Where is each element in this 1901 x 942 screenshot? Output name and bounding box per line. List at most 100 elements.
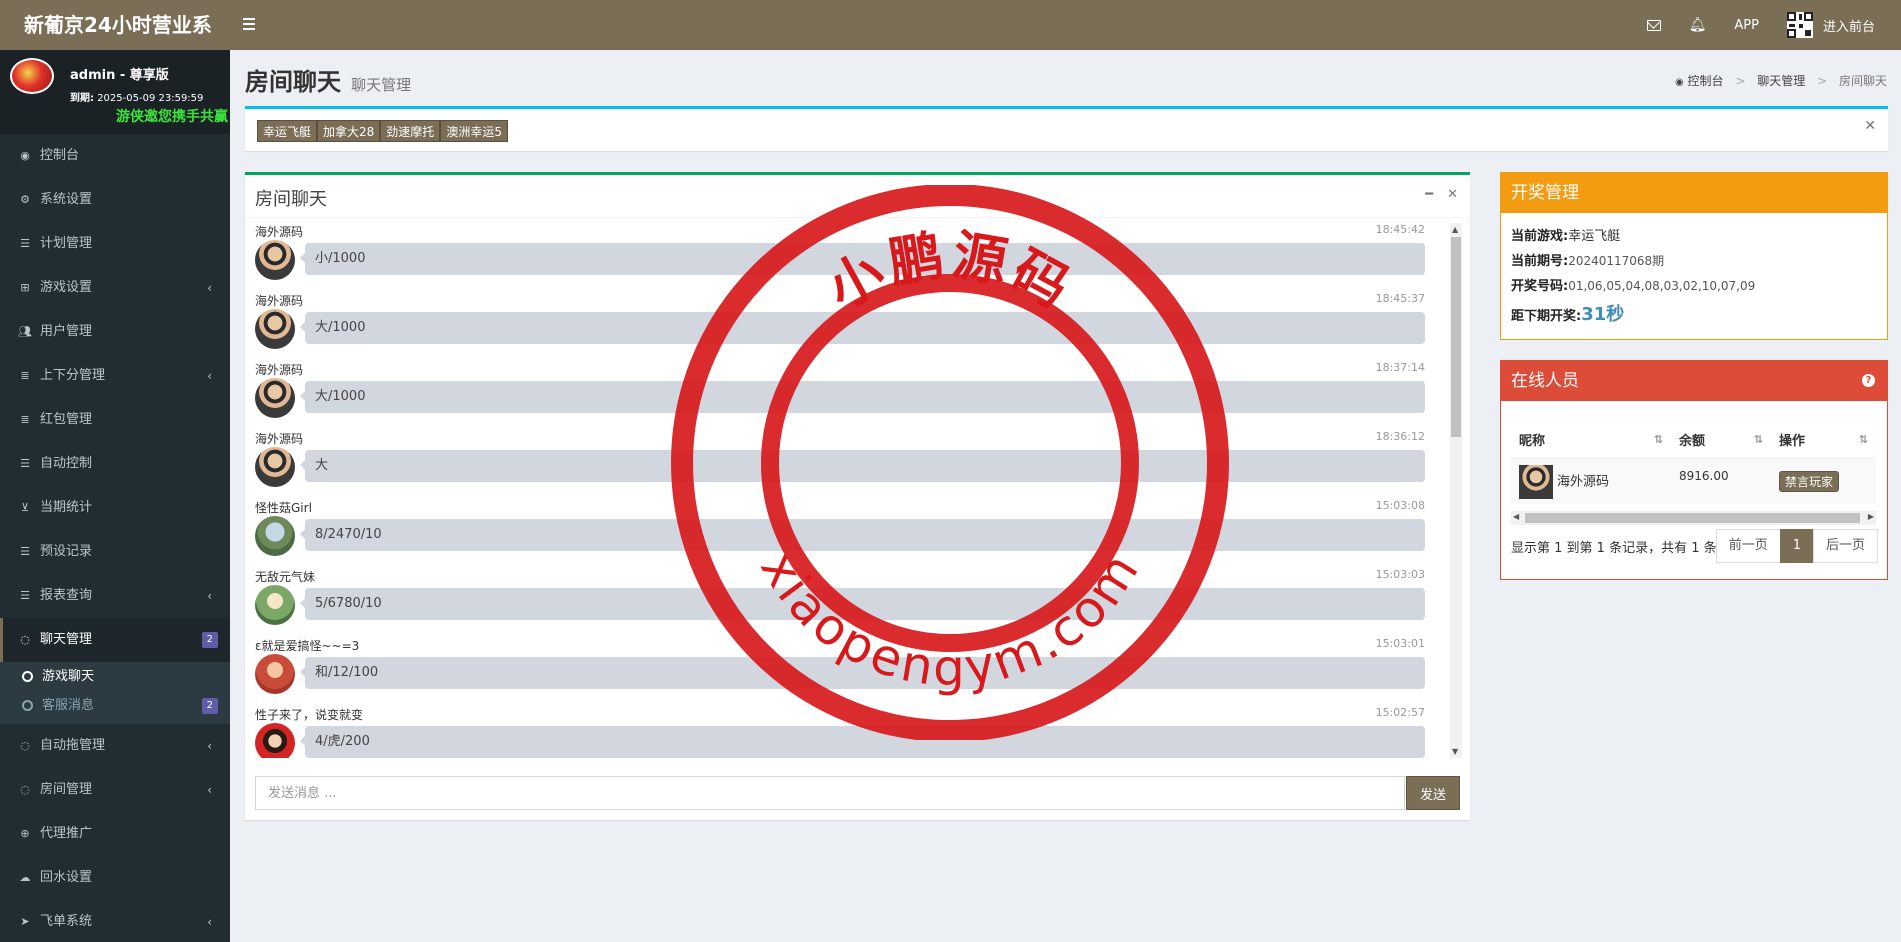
next-page-button[interactable]: 后一页 — [1812, 529, 1878, 563]
avatar[interactable] — [255, 516, 295, 556]
sidebar-item-8[interactable]: ⊻ 当期统计 — [0, 486, 230, 530]
sidebar-item-label: 自动拖管理 — [40, 738, 106, 753]
game-tab-2[interactable]: 劲速摩托 — [380, 120, 441, 142]
sidebar-item-label: 游戏设置 — [40, 280, 93, 295]
sidebar-item-label: 代理推广 — [40, 826, 93, 841]
message-author: 无敌元气妹 — [255, 570, 316, 584]
message-text: 大/1000 — [300, 312, 1425, 344]
message-text: 5/6780/10 — [300, 588, 1425, 620]
scroll-right-icon[interactable]: ▶ — [1868, 512, 1874, 521]
avatar[interactable] — [255, 654, 295, 694]
table-hscrollbar[interactable]: ◀ ▶ — [1511, 511, 1876, 525]
submenu-chat: 游戏聊天 客服消息 2 — [0, 662, 230, 724]
sidebar-item-4[interactable]: 👥︎ 用户管理 — [0, 310, 230, 354]
collapse-icon[interactable]: ━ — [1425, 187, 1433, 202]
sidebar-item-0[interactable]: ◉ 控制台 — [0, 134, 230, 178]
sidebar-item-7[interactable]: ☰ 自动控制 — [0, 442, 230, 486]
unread-badge: 2 — [201, 632, 218, 648]
sidebar-item-14[interactable]: ⊕ 代理推广 — [0, 812, 230, 856]
sidebar-item-label: 预设记录 — [40, 544, 93, 559]
notifications-button[interactable]: 🔔︎ — [1675, 0, 1721, 50]
sidebar-item-12[interactable]: ◌ 自动拖管理 ‹ — [0, 724, 230, 768]
scroll-down-icon[interactable]: ▼ — [1452, 747, 1458, 756]
list-icon: ☰ — [20, 545, 30, 558]
avatar[interactable] — [255, 585, 295, 625]
sidebar: admin - 尊享版 到期: 2025-05-09 23:59:59 游侠邀您… — [0, 50, 230, 942]
submenu-item-1[interactable]: 客服消息 2 — [0, 691, 230, 720]
avatar[interactable] — [255, 723, 295, 758]
chat-message: ε就是爱搞怪~~=3 15:03:01 和/12/100 — [255, 637, 1445, 706]
sidebar-item-label: 报表查询 — [40, 588, 93, 603]
envelope-icon — [1646, 19, 1661, 31]
balance-cell: 8916.00 — [1671, 457, 1771, 504]
sidebar-item-11[interactable]: ◌ 聊天管理 2 — [0, 618, 230, 662]
page-subtitle: 聊天管理 — [351, 76, 412, 94]
sidebar-item-9[interactable]: ☰ 预设记录 — [0, 530, 230, 574]
ban-player-button[interactable]: 禁言玩家 — [1779, 471, 1840, 492]
close-icon[interactable]: ✕ — [1864, 118, 1876, 134]
game-tab-0[interactable]: 幸运飞艇 — [257, 120, 318, 142]
sidebar-item-3[interactable]: ⊞ 游戏设置 ‹ — [0, 266, 230, 310]
game-tab-3[interactable]: 澳洲幸运5 — [440, 120, 508, 142]
submenu-item-0[interactable]: 游戏聊天 — [0, 662, 230, 691]
game-tabs: 幸运飞艇 加拿大28 劲速摩托 澳洲幸运5 — [257, 120, 508, 142]
user-name: admin - 尊享版 — [70, 68, 169, 83]
sidebar-menu: ◉ 控制台 ⚙ 系统设置 ☰ 计划管理 ⊞ 游戏设置 ‹ 👥︎ 用户管理 ≣ 上下分管理 ‹ ≣ 红包管理 ☰ 自… — [0, 134, 230, 942]
scrollbar-thumb[interactable] — [1451, 237, 1461, 437]
avatar[interactable] — [255, 378, 295, 418]
chevron-left-icon: ‹ — [207, 589, 212, 603]
sidebar-item-10[interactable]: ☰ 报表查询 ‹ — [0, 574, 230, 618]
chevron-left-icon: ‹ — [207, 369, 212, 383]
close-icon[interactable]: ✕ — [1447, 187, 1458, 202]
column-balance[interactable]: 余额 ⇅ — [1671, 421, 1771, 459]
column-nickname[interactable]: 昵称 ⇅ — [1511, 421, 1671, 459]
sidebar-item-15[interactable]: ☁ 回水设置 — [0, 856, 230, 900]
front-desk-button[interactable]: 进入前台 — [1773, 0, 1889, 50]
help-icon[interactable]: ? — [1862, 374, 1875, 387]
game-tab-1[interactable]: 加拿大28 — [317, 120, 381, 142]
circle-icon — [22, 671, 33, 682]
sidebar-item-5[interactable]: ≣ 上下分管理 ‹ — [0, 354, 230, 398]
column-action[interactable]: 操作 ⇅ — [1771, 421, 1876, 459]
message-text: 大 — [300, 450, 1425, 482]
sidebar-item-16[interactable]: ➤ 飞单系统 ‹ — [0, 900, 230, 942]
avatar[interactable] — [255, 240, 295, 280]
send-button[interactable]: 发送 — [1406, 776, 1460, 810]
message-time: 15:03:03 — [1375, 568, 1425, 581]
avatar[interactable] — [255, 309, 295, 349]
chat-message: 海外源码 18:45:37 大/1000 — [255, 292, 1445, 361]
prev-page-button[interactable]: 前一页 — [1715, 529, 1781, 563]
message-input[interactable] — [255, 776, 1405, 810]
sidebar-toggle-icon[interactable] — [240, 15, 260, 35]
cloud-download-icon: ☁ — [19, 871, 31, 884]
current-game: 当前游戏:幸运飞艇 — [1511, 229, 1621, 244]
message-author: 海外源码 — [255, 225, 304, 239]
message-time: 18:36:12 — [1375, 430, 1425, 443]
message-author: 怪性菇Girl — [255, 501, 312, 515]
sidebar-item-1[interactable]: ⚙ 系统设置 — [0, 178, 230, 222]
breadcrumb-home[interactable]: 控制台 — [1688, 74, 1724, 88]
message-time: 15:03:08 — [1375, 499, 1425, 512]
scrollbar[interactable]: ▲ ▼ — [1450, 223, 1462, 758]
sidebar-item-13[interactable]: ◌ 房间管理 ‹ — [0, 768, 230, 812]
chat-message: 海外源码 18:37:14 大/1000 — [255, 361, 1445, 430]
message-text: 大/1000 — [300, 381, 1425, 413]
comments-icon: ◌ — [20, 633, 30, 646]
current-page[interactable]: 1 — [1779, 529, 1814, 563]
sidebar-item-6[interactable]: ≣ 红包管理 — [0, 398, 230, 442]
breadcrumb-chat[interactable]: 聊天管理 — [1757, 74, 1805, 88]
circle-icon — [22, 700, 33, 711]
messages-button[interactable] — [1633, 0, 1675, 50]
scroll-left-icon[interactable]: ◀ — [1513, 512, 1519, 521]
avatar[interactable] — [255, 447, 295, 487]
app-button[interactable]: APP — [1720, 0, 1773, 50]
message-author: ε就是爱搞怪~~=3 — [255, 639, 360, 653]
chat-message: 海外源码 18:36:12 大 — [255, 430, 1445, 499]
brand-logo[interactable]: 新葡京24小时营业系 — [0, 0, 230, 50]
table-row: 海外源码 8916.00 禁言玩家 — [1511, 457, 1876, 504]
hscroll-thumb[interactable] — [1525, 513, 1860, 523]
nickname-cell: 海外源码 — [1511, 457, 1671, 504]
sidebar-item-2[interactable]: ☰ 计划管理 — [0, 222, 230, 266]
message-list[interactable]: 海外源码 18:45:42 小/1000 海外源码 18:45:37 大/1000 海外源码… — [255, 223, 1445, 758]
scroll-up-icon[interactable]: ▲ — [1452, 225, 1458, 234]
